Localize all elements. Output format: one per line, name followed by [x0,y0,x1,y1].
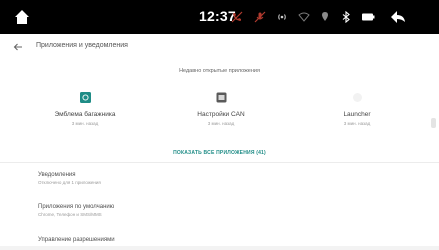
tailgate-emblem-icon [79,92,91,103]
setting-subtitle: Chrome, Телефон и SMS/MMS [38,212,102,217]
recent-app-name: Эмблема багажника [54,111,116,118]
divider [0,162,439,163]
back-arrow-icon[interactable] [390,10,406,24]
home-icon[interactable] [14,9,30,25]
location-icon [322,12,328,21]
recent-apps-heading: Недавно открытые приложения [179,68,260,74]
signal-icon [278,14,286,20]
setting-default-apps[interactable]: Приложения по умолчанию Chrome, Телефон … [38,204,114,217]
header-back-icon[interactable] [12,41,24,53]
recent-app-name: Настройки CAN [197,111,245,118]
setting-title: Уведомления [38,172,76,178]
recent-app-name: Launcher [343,111,371,118]
setting-title: Приложения по умолчанию [38,204,115,210]
recent-app-time: 3 мин. назад [71,121,99,126]
scroll-edge-indicator [431,118,436,128]
recent-app-can-settings[interactable]: Настройки CAN 3 мин. назад [171,92,271,126]
mic-muted-icon [254,11,266,23]
screen: 12:37 Приложения и уведомления Недавно о… [0,0,439,250]
setting-permissions[interactable]: Управление разрешениями [38,237,115,243]
wifi-icon [298,12,310,22]
setting-title: Управление разрешениями [38,237,115,243]
can-settings-icon [216,92,226,103]
launcher-icon [352,93,362,102]
page-title: Приложения и уведомления [36,42,128,49]
battery-icon [362,13,375,21]
status-bar: 12:37 [0,0,439,34]
recent-app-launcher[interactable]: Launcher 3 мин. назад [307,92,407,126]
recent-app-time: 3 мин. назад [343,121,371,126]
bluetooth-icon [342,11,350,23]
recent-app-tailgate-emblem[interactable]: Эмблема багажника 3 мин. назад [35,92,135,126]
show-all-apps-button[interactable]: ПОКАЗАТЬ ВСЕ ПРИЛОЖЕНИЯ (41) [0,150,439,156]
header: Приложения и уведомления [0,34,439,60]
call-muted-icon [231,11,243,23]
recent-app-time: 3 мин. назад [207,121,235,126]
bottom-edge [0,246,439,250]
setting-subtitle: Отключено для 1 приложения [38,180,101,185]
setting-notifications[interactable]: Уведомления Отключено для 1 приложения [38,172,101,185]
